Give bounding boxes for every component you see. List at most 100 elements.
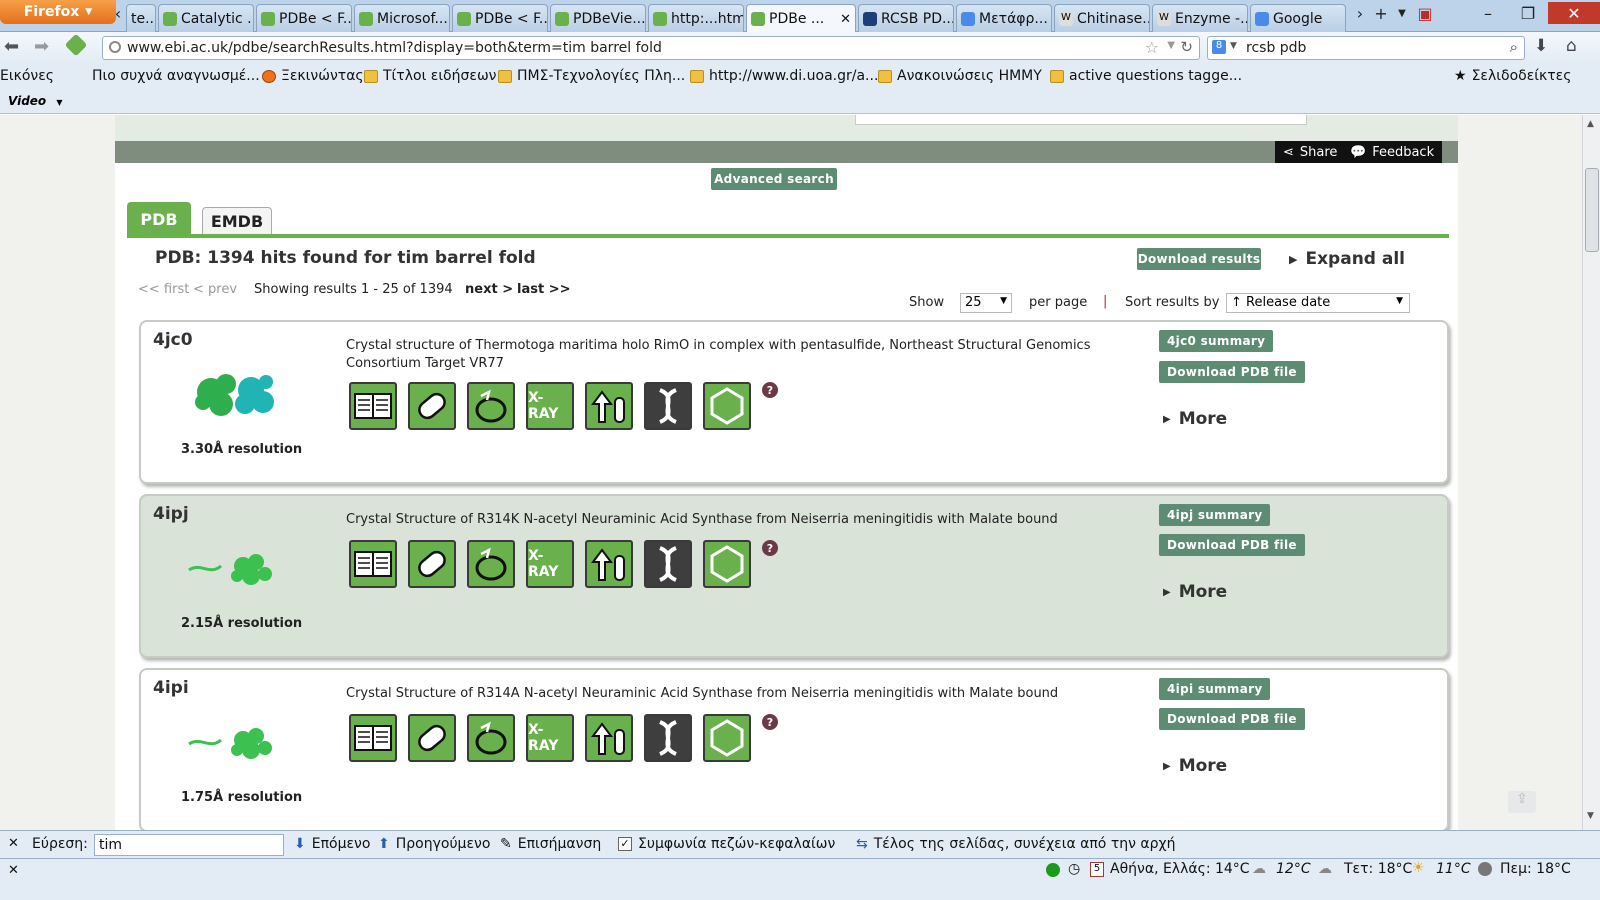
circular-dna-icon[interactable] (467, 714, 515, 762)
bookmark-most-visited[interactable]: Πιο συχνά αναγνωσμέ... (92, 68, 260, 84)
address-bar[interactable]: www.ebi.ac.uk/pdbe/searchResults.html?di… (102, 36, 1200, 60)
vertical-scrollbar[interactable]: ▲ ▼ (1582, 115, 1600, 845)
minimize-icon[interactable]: – (1468, 2, 1508, 24)
structure-thumbnail[interactable] (181, 536, 291, 606)
tab-11[interactable]: W Chitinase... (1054, 4, 1150, 32)
tab-5[interactable]: PDBe < F... (452, 4, 548, 32)
back-arrow-icon[interactable]: ⬅ (4, 36, 19, 57)
help-icon[interactable]: ? (762, 540, 778, 556)
dna-helix-icon[interactable] (644, 382, 692, 430)
tab-2[interactable]: Catalytic ... (158, 4, 254, 32)
citation-book-icon[interactable] (349, 382, 397, 430)
tab-13[interactable]: Google (1250, 4, 1346, 32)
download-pdb-button[interactable]: Download PDB file (1159, 534, 1305, 556)
citation-book-icon[interactable] (349, 714, 397, 762)
chevron-down-icon[interactable]: ▼ (56, 98, 62, 107)
per-page-select[interactable]: 25 ▼ (960, 293, 1012, 313)
organism-bacteria-icon[interactable] (408, 714, 456, 762)
tab-6[interactable]: PDBeVie... (550, 4, 646, 32)
window-close-icon[interactable]: ✕ (1548, 2, 1600, 24)
page-share-icon[interactable]: ⇪ (1508, 791, 1536, 813)
tab-3[interactable]: PDBe < F... (256, 4, 352, 32)
tube-experiment-icon[interactable] (585, 714, 633, 762)
ligand-hexagon-icon[interactable] (703, 714, 751, 762)
download-pdb-button[interactable]: Download PDB file (1159, 708, 1305, 730)
search-icon[interactable]: ⌕ (1510, 38, 1518, 56)
bookmarks-menu-button[interactable]: ★ Σελιδοδείκτες (1454, 68, 1571, 84)
tab-list-icon[interactable]: ▼ (1392, 2, 1412, 24)
engine-dropdown-icon[interactable]: ▼ (1230, 41, 1237, 51)
maximize-icon[interactable]: ❐ (1508, 2, 1548, 24)
help-icon[interactable]: ? (762, 714, 778, 730)
header-search-box[interactable] (855, 115, 1307, 125)
entry-title[interactable]: Crystal structure of Thermotoga maritima… (346, 337, 1136, 373)
more-toggle[interactable]: ▶ More (1163, 409, 1227, 429)
close-icon[interactable]: ✕ (8, 836, 19, 851)
google-engine-icon[interactable]: 8 (1212, 40, 1226, 54)
help-icon[interactable]: ? (762, 382, 778, 398)
new-tab-icon[interactable]: + (1370, 2, 1392, 24)
download-results-button[interactable]: Download results (1137, 248, 1261, 270)
scroll-down-icon[interactable]: ▼ (1587, 811, 1594, 821)
citation-book-icon[interactable] (349, 540, 397, 588)
close-icon[interactable]: ✕ (840, 12, 851, 27)
forward-arrow-icon[interactable]: ➡ (34, 36, 49, 57)
find-next-button[interactable]: ⬇ Επόμενο (294, 836, 370, 852)
bookmark-di-uoa[interactable]: http://www.di.uoa.gr/a... (690, 68, 878, 84)
tab-8-active[interactable]: PDBe ... ✕ (746, 4, 856, 33)
tab-scroll-right-icon[interactable]: › (1350, 2, 1370, 24)
bookmark-images[interactable]: Εικόνες (0, 68, 54, 84)
tab-groups-icon[interactable]: ▣ (1412, 2, 1438, 24)
entry-title[interactable]: Crystal Structure of R314K N-acetyl Neur… (346, 511, 1136, 529)
tab-1[interactable]: te... (126, 4, 156, 32)
downloads-icon[interactable]: ⬇ (1534, 36, 1548, 56)
more-toggle[interactable]: ▶ More (1163, 756, 1227, 776)
bookmark-hmmy[interactable]: Ανακοινώσεις ΗΜΜΥ (878, 68, 1042, 84)
dna-helix-icon[interactable] (644, 540, 692, 588)
pdb-id-link[interactable]: 4ipj (153, 504, 189, 524)
summary-button[interactable]: 4jc0 summary (1159, 330, 1274, 352)
close-icon[interactable]: ✕ (8, 863, 19, 878)
search-bar[interactable]: 8 ▼ rcsb pdb ⌕ (1207, 36, 1525, 60)
structure-thumbnail[interactable] (181, 710, 291, 780)
dna-helix-icon[interactable] (644, 714, 692, 762)
tube-experiment-icon[interactable] (585, 540, 633, 588)
pdb-id-link[interactable]: 4ipi (153, 678, 189, 698)
download-pdb-button[interactable]: Download PDB file (1159, 361, 1305, 383)
tab-4[interactable]: Microsof... (354, 4, 450, 32)
summary-button[interactable]: 4ipj summary (1159, 504, 1271, 526)
bookmark-headlines[interactable]: Τίτλοι ειδήσεων (364, 68, 496, 84)
sort-select[interactable]: ↑ Release date ▼ (1226, 293, 1410, 313)
feedback-button[interactable]: 💬 Feedback (1342, 141, 1443, 163)
bookmark-pms[interactable]: ΠΜΣ-Τεχνολογίες Πλη... (498, 68, 685, 84)
tab-pdb[interactable]: PDB (127, 202, 191, 236)
xray-method-icon[interactable]: X-RAY (526, 540, 574, 588)
highlight-button[interactable]: ✎ Επισήμανση (500, 836, 601, 852)
reload-icon[interactable]: ↻ (1180, 38, 1193, 56)
find-prev-button[interactable]: ⬆ Προηγούμενο (378, 836, 490, 852)
tab-10[interactable]: Μετάφρ... (956, 4, 1052, 32)
bookmark-getting-started[interactable]: Ξεκινώντας (262, 68, 364, 84)
match-case-checkbox[interactable]: ✓ Συμφωνία πεζών-κεφαλαίων (618, 836, 835, 852)
scrollbar-thumb[interactable] (1585, 168, 1599, 252)
expand-all-button[interactable]: ▶ Expand all (1289, 249, 1405, 269)
pager-last[interactable]: last >> (517, 282, 571, 297)
ligand-hexagon-icon[interactable] (703, 382, 751, 430)
tab-7[interactable]: http:...html (648, 4, 744, 32)
circular-dna-icon[interactable] (467, 382, 515, 430)
organism-bacteria-icon[interactable] (408, 540, 456, 588)
pdb-id-link[interactable]: 4jc0 (153, 330, 193, 350)
calendar-icon[interactable]: 5 (1090, 862, 1104, 877)
scroll-up-icon[interactable]: ▲ (1587, 119, 1594, 129)
home-icon[interactable]: ⌂ (1566, 36, 1577, 56)
more-toggle[interactable]: ▶ More (1163, 582, 1227, 602)
xray-method-icon[interactable]: X-RAY (526, 714, 574, 762)
bookmark-star-icon[interactable]: ☆ (1145, 38, 1159, 57)
share-button[interactable]: ⋖ Share (1275, 141, 1346, 163)
tab-9[interactable]: RCSB PD... (858, 4, 954, 32)
site-identity-icon[interactable] (64, 33, 88, 57)
tube-experiment-icon[interactable] (585, 382, 633, 430)
summary-button[interactable]: 4ipi summary (1159, 678, 1271, 700)
tab-scroll-left-icon[interactable]: ‹ (108, 2, 128, 24)
firefox-menu-button[interactable]: Firefox ▼ (0, 0, 116, 24)
